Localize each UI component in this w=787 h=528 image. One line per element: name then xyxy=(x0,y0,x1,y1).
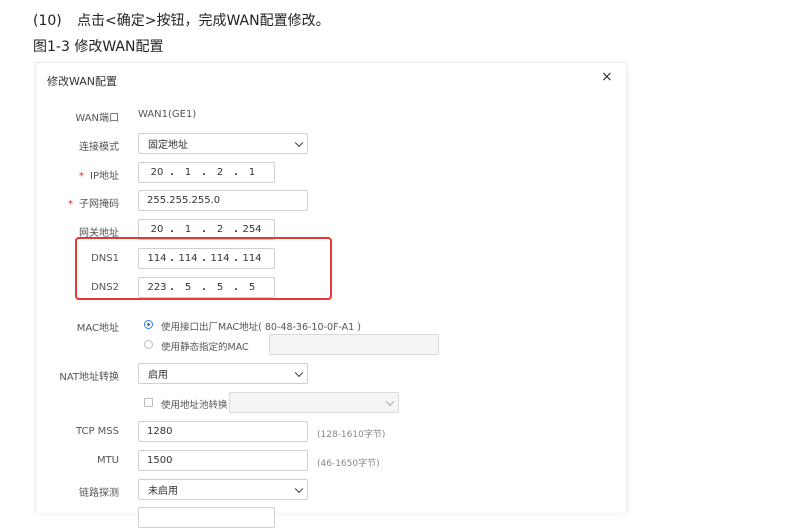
mtu-input[interactable]: 1500 xyxy=(138,450,308,471)
gateway-octet-1[interactable]: 20 xyxy=(147,224,167,235)
close-icon[interactable]: × xyxy=(601,70,613,84)
nat-label: NAT地址转换 xyxy=(59,372,119,383)
conn-mode-select[interactable]: 固定地址 xyxy=(138,133,308,154)
address-pool-checkbox[interactable] xyxy=(144,398,153,407)
ip-address-input[interactable]: 20. 1. 2. 1 xyxy=(138,162,275,183)
conn-mode-label: 连接模式 xyxy=(79,142,119,153)
address-pool-label[interactable]: 使用地址池转换 xyxy=(161,397,228,411)
ip-label-row: * IP地址 xyxy=(79,167,119,182)
required-mark: * xyxy=(68,199,73,210)
chevron-down-icon xyxy=(294,368,304,377)
mtu-label: MTU xyxy=(96,455,119,466)
mask-label-row: * 子网掩码 xyxy=(68,195,119,210)
figure-caption: 图1-3 修改WAN配置 xyxy=(33,39,164,55)
ip-octet-2[interactable]: 1 xyxy=(177,167,199,178)
required-mark: * xyxy=(79,171,85,182)
chevron-down-icon xyxy=(385,397,395,406)
gateway-octet-3[interactable]: 2 xyxy=(209,224,231,235)
mac-static-radio[interactable] xyxy=(144,340,153,349)
dns-highlight-box xyxy=(75,237,332,300)
ip-octet-4[interactable]: 1 xyxy=(241,167,263,178)
nat-value: 启用 xyxy=(148,370,168,381)
mac-factory-option-label[interactable]: 使用接口出厂MAC地址( 80-48-36-10-0F-A1 ) xyxy=(161,319,361,333)
wan-port-label: WAN端口 xyxy=(75,113,119,124)
wan-port-value: WAN1(GE1) xyxy=(138,109,197,120)
dialog-title: 修改WAN配置 xyxy=(47,75,118,88)
ip-octet-3[interactable]: 2 xyxy=(209,167,231,178)
tcp-mss-input[interactable]: 1280 xyxy=(138,421,308,442)
mac-label: MAC地址 xyxy=(76,323,119,334)
ip-octet-1[interactable]: 20 xyxy=(147,167,167,178)
link-detect-label: 链路探测 xyxy=(79,488,119,499)
static-mac-input[interactable] xyxy=(269,334,439,355)
tcp-mss-hint: (128-1610字节) xyxy=(317,430,386,440)
step-number: (10) xyxy=(33,13,62,29)
link-detect-value: 未启用 xyxy=(148,486,178,497)
mtu-hint: (46-1650字节) xyxy=(317,459,380,469)
gateway-octet-4[interactable]: 254 xyxy=(241,224,263,235)
chevron-down-icon xyxy=(294,138,304,147)
address-pool-select[interactable] xyxy=(229,392,399,413)
mac-factory-radio[interactable] xyxy=(144,320,153,329)
mask-label: 子网掩码 xyxy=(79,199,119,210)
ip-label: IP地址 xyxy=(90,171,119,182)
previous-text-line xyxy=(0,0,787,4)
step-text: 点击<确定>按钮，完成WAN配置修改。 xyxy=(77,13,330,29)
step-instruction: (10) 点击<确定>按钮，完成WAN配置修改。 xyxy=(33,10,330,30)
tcp-mss-label: TCP MSS xyxy=(75,426,119,437)
link-detect-select[interactable]: 未启用 xyxy=(138,479,308,500)
mac-static-option-label[interactable]: 使用静态指定的MAC xyxy=(161,339,249,353)
subnet-mask-input[interactable]: 255.255.255.0 xyxy=(138,190,308,211)
conn-mode-value: 固定地址 xyxy=(148,140,188,151)
next-field-input[interactable] xyxy=(138,507,275,528)
gateway-octet-2[interactable]: 1 xyxy=(177,224,199,235)
chevron-down-icon xyxy=(294,484,304,493)
nat-select[interactable]: 启用 xyxy=(138,363,308,384)
